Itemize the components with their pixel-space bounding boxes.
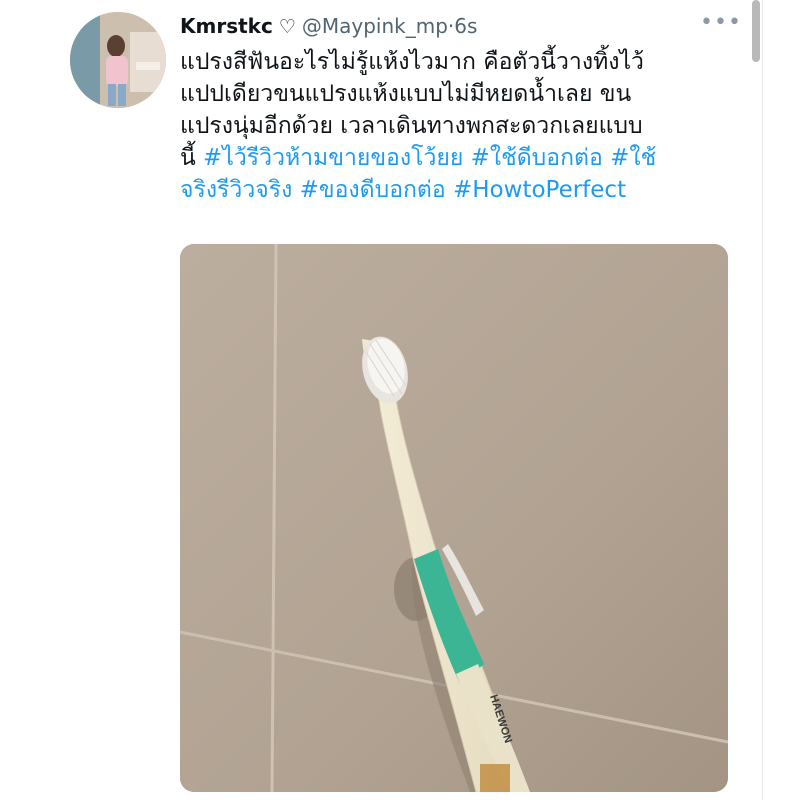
hashtag-links[interactable]: จริงรีวิวจริง #ของดีบอกต่อ #HowtoPerfect — [180, 174, 740, 206]
tweet-text-line: แปปเดียวขนแปรงแห้งแบบไม่มีหยดน้ำเลย ขน — [180, 81, 632, 107]
tweet-text-line: นี้ #ไว้รีวิวห้ามขายของโว้ยย #ใช้ดีบอกต่… — [180, 142, 740, 174]
avatar-photo — [70, 12, 166, 108]
tweet-timestamp[interactable]: 6s — [454, 14, 477, 38]
scrollbar[interactable] — [752, 0, 760, 62]
hashtag-links[interactable]: #ไว้รีวิวห้ามขายของโว้ยย #ใช้ดีบอกต่อ #ใ… — [203, 145, 656, 171]
more-horizontal-icon[interactable]: ••• — [700, 10, 742, 35]
heart-outline-icon: ♡ — [278, 16, 296, 38]
column-divider — [762, 0, 763, 800]
tweet-photo[interactable]: HAEWON — [180, 244, 728, 792]
toothbrush-photo: HAEWON — [180, 244, 728, 792]
tweet-text: แปรงสีฟันอะไรไม่รู้แห้งไวมาก คือตัวนี้วา… — [180, 46, 740, 206]
tweet-text-line: แปรงสีฟันอะไรไม่รู้แห้งไวมาก คือตัวนี้วา… — [180, 49, 644, 75]
display-name[interactable]: Kmrstkc — [180, 14, 273, 38]
tweet-text-prefix: นี้ — [180, 145, 204, 171]
profile-avatar[interactable] — [70, 12, 166, 108]
user-handle[interactable]: @Maypink_mp — [302, 14, 448, 38]
tweet-text-line: แปรงนุ่มอีกด้วย เวลาเดินทางพกสะดวกเลยแบบ — [180, 113, 643, 139]
tweet-header: Kmrstkc ♡ @Maypink_mp·6s — [180, 14, 477, 39]
